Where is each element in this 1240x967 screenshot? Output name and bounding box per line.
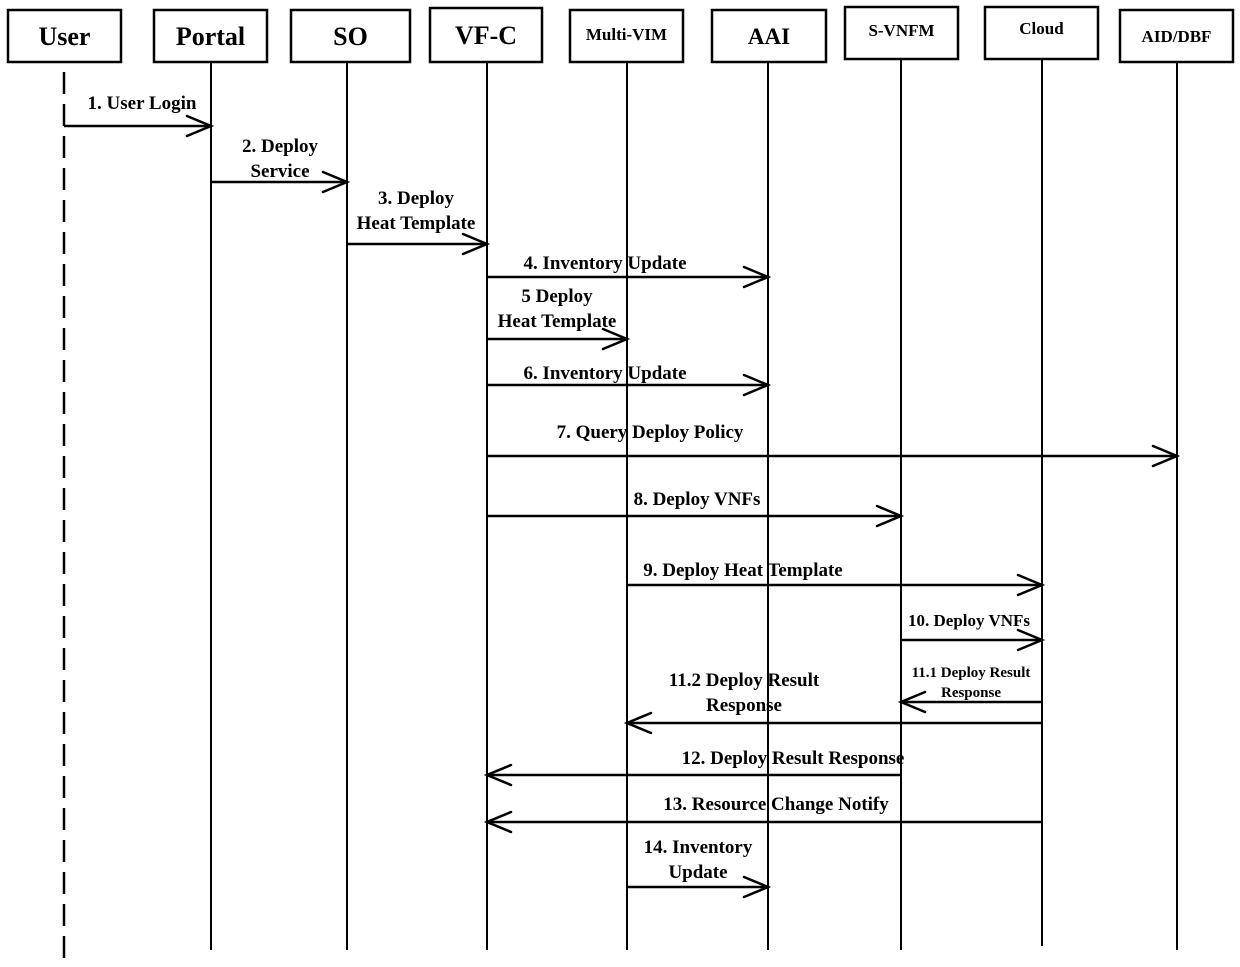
message-label: 13. Resource Change Notify (663, 794, 889, 815)
message-label: 5 Deploy (521, 286, 593, 307)
message-label: Heat Template (357, 213, 476, 234)
message-label: 9. Deploy Heat Template (643, 560, 843, 581)
message-label: 8. Deploy VNFs (634, 489, 761, 510)
message-1: 1. User Login (64, 93, 215, 138)
participant-label-aai: AAI (748, 24, 790, 49)
message-8: 8. Deploy VNFs (487, 489, 905, 528)
message-13: 13. Resource Change Notify (483, 794, 1042, 834)
message-label: 3. Deploy (378, 188, 455, 209)
message-label: 4. Inventory Update (523, 253, 686, 274)
participant-label-aiddbf: AID/DBF (1142, 27, 1212, 46)
participant-label-user: User (39, 22, 91, 51)
message-2: 2. Deploy Service (211, 136, 351, 194)
message-label: 11.2 Deploy Result (669, 670, 820, 691)
message-5: 5 Deploy Heat Template (487, 286, 631, 351)
message-label: 12. Deploy Result Response (682, 748, 905, 769)
participant-label-svnfm: S-VNFM (868, 21, 934, 40)
participant-label-cloud: Cloud (1019, 19, 1064, 38)
participant-cloud: Cloud (983, 5, 1100, 946)
message-9: 9. Deploy Heat Template (627, 560, 1046, 597)
message-label: Response (941, 685, 1001, 701)
message-12: 12. Deploy Result Response (483, 748, 905, 787)
participant-label-portal: Portal (176, 22, 245, 51)
participant-label-multivim: Multi-VIM (586, 25, 667, 44)
message-3: 3. Deploy Heat Template (347, 188, 491, 256)
message-11-1: 11.1 Deploy Result Response (897, 665, 1042, 714)
message-label: Heat Template (498, 311, 617, 332)
participant-label-vfc: VF-C (455, 21, 517, 50)
sequence-diagram: User Portal SO VF-C Multi-VIM AAI S-VNFM Cloud A… (6, 5, 1235, 965)
participant-user: User (6, 8, 123, 965)
messages: 1. User Login 2. Deploy Service 3. Deploy He… (64, 93, 1181, 899)
message-14: 14. Inventory Update (627, 837, 772, 899)
message-label: 6. Inventory Update (523, 363, 686, 384)
message-label: 10. Deploy VNFs (908, 611, 1030, 630)
message-label: Response (706, 695, 782, 716)
participant-label-so: SO (333, 22, 368, 51)
message-label: 2. Deploy (242, 136, 319, 157)
message-label: 11.1 Deploy Result (912, 665, 1031, 681)
participant-aiddbf: AID/DBF (1118, 8, 1235, 950)
message-label: 14. Inventory (644, 837, 753, 858)
message-label: Update (668, 862, 727, 883)
participant-vfc: VF-C (428, 6, 544, 950)
message-label: 1. User Login (88, 93, 197, 114)
message-7: 7. Query Deploy Policy (487, 422, 1181, 468)
message-label: 7. Query Deploy Policy (557, 422, 744, 443)
message-10: 10. Deploy VNFs (901, 611, 1046, 652)
message-label: Service (250, 161, 309, 182)
